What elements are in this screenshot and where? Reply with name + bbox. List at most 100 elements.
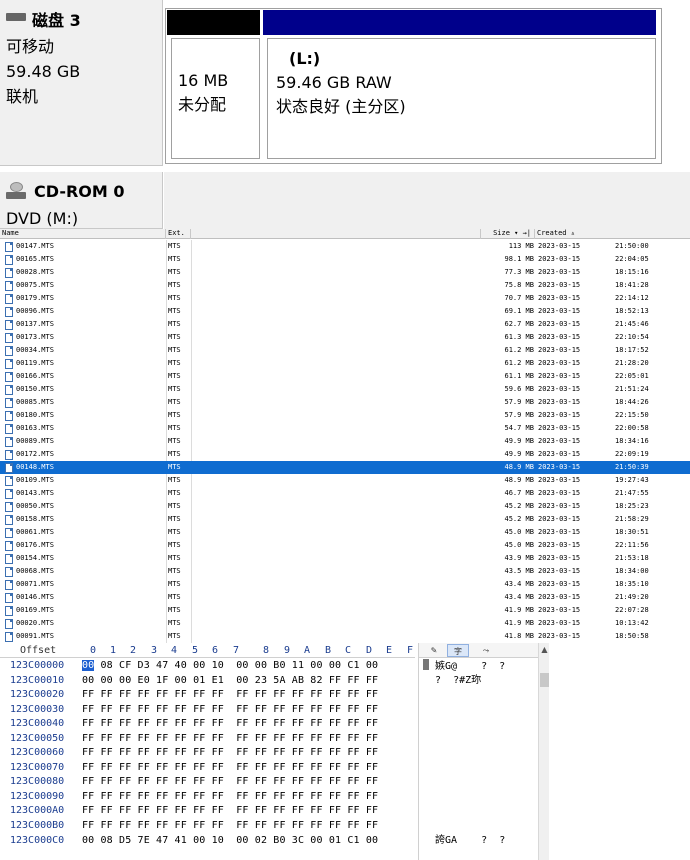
table-row[interactable]: 00050.MTS MTS 45.2 MB 2023-03-15 18:25:23 bbox=[0, 500, 690, 513]
cdrom-info[interactable]: CD-ROM 0 DVD (M:) bbox=[0, 172, 163, 229]
table-row[interactable]: 00147.MTS MTS 113 MB 2023-03-15 21:50:00 bbox=[0, 240, 690, 253]
table-row[interactable]: 00085.MTS MTS 57.9 MB 2023-03-15 18:44:26 bbox=[0, 396, 690, 409]
hex-editor[interactable]: Offset 0 1 2 3 4 5 6 7 8 9 A B C D E F 123C00000 00 08 C… bbox=[0, 643, 690, 860]
table-row[interactable]: 00089.MTS MTS 49.9 MB 2023-03-15 18:34:16 bbox=[0, 435, 690, 448]
file-icon bbox=[5, 541, 13, 551]
file-created-date: 2023-03-15 bbox=[538, 424, 581, 432]
file-icon bbox=[5, 333, 13, 343]
table-row[interactable]: 00061.MTS MTS 45.0 MB 2023-03-15 18:30:51 bbox=[0, 526, 690, 539]
hex-row[interactable]: 123C000A0 FF FF FF FF FF FF FF FF FF FF F… bbox=[0, 804, 415, 819]
hex-row[interactable]: 123C00040 FF FF FF FF FF FF FF FF FF FF F… bbox=[0, 717, 415, 732]
file-created-time: 18:50:58 bbox=[615, 632, 649, 640]
file-created-date: 2023-03-15 bbox=[538, 463, 581, 471]
hex-text-pane[interactable]: ✎ 字 ⤳ 嫉G@ ? ? ? ?#Z珎 誇GA ? ? bbox=[418, 643, 539, 860]
hex-row[interactable]: 123C00080 FF FF FF FF FF FF FF FF FF FF F… bbox=[0, 775, 415, 790]
wrap-arrow-icon[interactable]: ⤳ bbox=[475, 644, 497, 657]
charset-icon[interactable]: 字 bbox=[447, 644, 469, 657]
table-row[interactable]: 00173.MTS MTS 61.3 MB 2023-03-15 22:10:54 bbox=[0, 331, 690, 344]
hex-row[interactable]: 123C00070 FF FF FF FF FF FF FF FF FF FF F… bbox=[0, 761, 415, 776]
scroll-up-arrow-icon[interactable]: ▲ bbox=[539, 645, 550, 654]
table-row[interactable]: 00020.MTS MTS 41.9 MB 2023-03-15 10:13:42 bbox=[0, 617, 690, 630]
file-ext: MTS bbox=[168, 333, 181, 341]
hex-offset: 123C00060 bbox=[10, 747, 65, 759]
text-row bbox=[419, 746, 539, 761]
table-row[interactable]: 00166.MTS MTS 61.1 MB 2023-03-15 22:05:01 bbox=[0, 370, 690, 383]
file-list[interactable]: Name Ext. Size ▾ →| Created ▵ 00147.MTS M… bbox=[0, 229, 690, 643]
file-icon bbox=[5, 281, 13, 291]
hex-column-label: B bbox=[324, 645, 332, 656]
hex-bytes: FF FF FF FF FF FF FF FF FF FF FF FF FF F… bbox=[82, 688, 378, 703]
hex-column-label: E bbox=[385, 645, 393, 656]
table-row[interactable]: 00169.MTS MTS 41.9 MB 2023-03-15 22:07:28 bbox=[0, 604, 690, 617]
file-size: 113 MB bbox=[508, 242, 534, 250]
hex-column-label: 3 bbox=[150, 645, 158, 656]
raw-partition[interactable]: (L:) 59.46 GB RAW 状态良好 (主分区) bbox=[267, 38, 656, 159]
hex-row[interactable]: 123C00090 FF FF FF FF FF FF FF FF FF FF F… bbox=[0, 790, 415, 805]
column-header-size[interactable]: Size ▾ →| bbox=[480, 229, 535, 239]
file-created-time: 18:25:23 bbox=[615, 502, 649, 510]
table-row[interactable]: 00158.MTS MTS 45.2 MB 2023-03-15 21:58:29 bbox=[0, 513, 690, 526]
hex-offset: 123C00070 bbox=[10, 761, 65, 773]
file-ext: MTS bbox=[168, 632, 181, 640]
file-ext: MTS bbox=[168, 372, 181, 380]
text-row: 嫉G@ ? ? bbox=[419, 659, 539, 674]
table-row[interactable]: 00165.MTS MTS 98.1 MB 2023-03-15 22:04:05 bbox=[0, 253, 690, 266]
file-size: 43.4 MB bbox=[504, 593, 534, 601]
file-created-date: 2023-03-15 bbox=[538, 567, 581, 575]
table-row[interactable]: 00071.MTS MTS 43.4 MB 2023-03-15 18:35:10 bbox=[0, 578, 690, 591]
hex-row[interactable]: 123C00030 FF FF FF FF FF FF FF FF FF FF F… bbox=[0, 703, 415, 718]
file-icon bbox=[5, 268, 13, 278]
cursor-byte[interactable]: 00 bbox=[82, 660, 95, 671]
hex-row[interactable]: 123C000B0 FF FF FF FF FF FF FF FF FF FF F… bbox=[0, 819, 415, 834]
hex-offset: 123C00090 bbox=[10, 790, 65, 802]
disk3-title-row: 磁盘 3 bbox=[6, 4, 162, 34]
table-row[interactable]: 00179.MTS MTS 70.7 MB 2023-03-15 22:14:12 bbox=[0, 292, 690, 305]
hex-byte-values: FF FF FF FF FF FF FF FF FF FF FF FF FF F… bbox=[82, 689, 379, 701]
file-created-time: 22:07:28 bbox=[615, 606, 649, 614]
hex-row[interactable]: 123C00060 FF FF FF FF FF FF FF FF FF FF F… bbox=[0, 746, 415, 761]
table-row[interactable]: 00176.MTS MTS 45.0 MB 2023-03-15 22:11:56 bbox=[0, 539, 690, 552]
column-header-created[interactable]: Created ▵ bbox=[535, 229, 690, 239]
table-row[interactable]: 00068.MTS MTS 43.5 MB 2023-03-15 18:34:00 bbox=[0, 565, 690, 578]
edit-pencil-icon[interactable]: ✎ bbox=[423, 644, 445, 657]
table-row[interactable]: 00075.MTS MTS 75.8 MB 2023-03-15 18:41:28 bbox=[0, 279, 690, 292]
table-row[interactable]: 00146.MTS MTS 43.4 MB 2023-03-15 21:49:20 bbox=[0, 591, 690, 604]
table-row[interactable]: 00150.MTS MTS 59.6 MB 2023-03-15 21:51:24 bbox=[0, 383, 690, 396]
hex-byte-values: FF FF FF FF FF FF FF FF FF FF FF FF FF F… bbox=[82, 820, 379, 832]
file-ext: MTS bbox=[168, 580, 181, 588]
file-name: 00085.MTS bbox=[16, 398, 54, 406]
offset-column-label: Offset bbox=[20, 645, 57, 656]
table-row[interactable]: 00172.MTS MTS 49.9 MB 2023-03-15 22:09:19 bbox=[0, 448, 690, 461]
table-row[interactable]: 00180.MTS MTS 57.9 MB 2023-03-15 22:15:50 bbox=[0, 409, 690, 422]
table-row[interactable]: 00028.MTS MTS 77.3 MB 2023-03-15 18:15:16 bbox=[0, 266, 690, 279]
file-created-time: 22:14:12 bbox=[615, 294, 649, 302]
table-row[interactable]: 00137.MTS MTS 62.7 MB 2023-03-15 21:45:46 bbox=[0, 318, 690, 331]
column-header-name[interactable]: Name bbox=[0, 229, 166, 239]
removable-drive-icon bbox=[6, 13, 26, 21]
disk3-info[interactable]: 磁盘 3 可移动 59.48 GB 联机 bbox=[0, 0, 163, 166]
table-row[interactable]: 00109.MTS MTS 48.9 MB 2023-03-15 19:27:43 bbox=[0, 474, 690, 487]
hex-scrollbar[interactable]: ▲ bbox=[538, 643, 549, 860]
table-row[interactable]: 00119.MTS MTS 61.2 MB 2023-03-15 21:28:20 bbox=[0, 357, 690, 370]
hex-row[interactable]: 123C000C0 00 08 D5 7E 47 41 00 10 00 02 B… bbox=[0, 834, 415, 849]
column-header-ext[interactable]: Ext. bbox=[166, 229, 191, 239]
scroll-thumb[interactable] bbox=[540, 673, 549, 687]
hex-row[interactable]: 123C00010 00 00 00 E0 1F 00 01 E1 00 23 5… bbox=[0, 674, 415, 689]
file-size: 61.3 MB bbox=[504, 333, 534, 341]
table-row[interactable]: 00096.MTS MTS 69.1 MB 2023-03-15 18:52:13 bbox=[0, 305, 690, 318]
file-icon bbox=[5, 554, 13, 564]
unallocated-state: 未分配 bbox=[178, 95, 227, 114]
file-size: 43.9 MB bbox=[504, 554, 534, 562]
table-row[interactable]: 00091.MTS MTS 41.8 MB 2023-03-15 18:50:58 bbox=[0, 630, 690, 643]
table-row[interactable]: 00143.MTS MTS 46.7 MB 2023-03-15 21:47:55 bbox=[0, 487, 690, 500]
primary-partition-bar bbox=[263, 10, 656, 35]
disk3-title: 磁盘 3 bbox=[32, 11, 81, 30]
table-row[interactable]: 00163.MTS MTS 54.7 MB 2023-03-15 22:00:58 bbox=[0, 422, 690, 435]
unallocated-partition[interactable]: 16 MB 未分配 bbox=[171, 38, 260, 159]
hex-row[interactable]: 123C00000 00 08 CF D3 47 40 00 10 00 00 B… bbox=[0, 659, 415, 674]
table-row[interactable]: 00034.MTS MTS 61.2 MB 2023-03-15 18:17:52 bbox=[0, 344, 690, 357]
table-row[interactable]: 00148.MTS MTS 48.9 MB 2023-03-15 21:50:39 bbox=[0, 461, 690, 474]
hex-row[interactable]: 123C00050 FF FF FF FF FF FF FF FF FF FF F… bbox=[0, 732, 415, 747]
hex-row[interactable]: 123C00020 FF FF FF FF FF FF FF FF FF FF F… bbox=[0, 688, 415, 703]
table-row[interactable]: 00154.MTS MTS 43.9 MB 2023-03-15 21:53:18 bbox=[0, 552, 690, 565]
